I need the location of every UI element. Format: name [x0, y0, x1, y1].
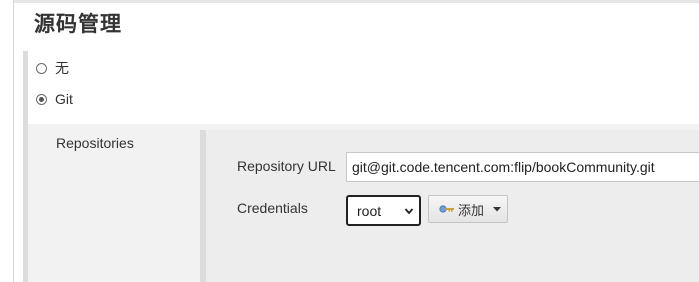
caret-down-icon	[493, 207, 502, 212]
section-title: 源码管理	[34, 13, 122, 36]
chevron-down-icon	[404, 208, 414, 215]
radio-none[interactable]	[36, 62, 47, 74]
radio-git[interactable]	[36, 93, 47, 105]
add-button-label: 添加	[458, 202, 485, 218]
repositories-label: Repositories	[56, 135, 134, 151]
repository-url-input[interactable]: git@git.code.tencent.com:flip/bookCommun…	[346, 152, 699, 182]
left-border	[13, 0, 14, 282]
key-icon	[439, 205, 454, 213]
credentials-value: root	[357, 202, 382, 219]
scm-option-none-label: 无	[55, 60, 69, 76]
credentials-select[interactable]: root	[346, 195, 421, 226]
top-divider	[14, 0, 699, 3]
repository-url-label: Repository URL	[237, 158, 336, 174]
scm-option-git[interactable]: Git	[36, 90, 73, 108]
scm-option-git-label: Git	[55, 91, 73, 107]
add-credentials-button[interactable]: 添加	[428, 195, 508, 223]
scm-config-page: 源码管理 无 Git Repositories Repository URL g…	[0, 0, 699, 282]
credentials-label: Credentials	[237, 200, 308, 216]
scm-option-none[interactable]: 无	[36, 59, 69, 77]
